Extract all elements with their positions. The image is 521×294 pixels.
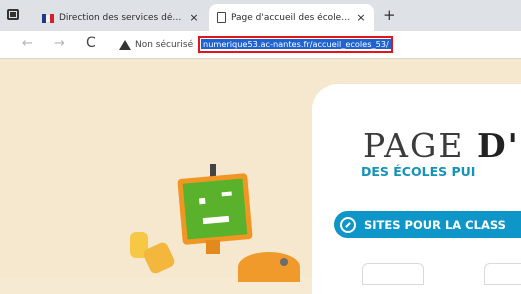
forward-arrow-icon[interactable]: → (54, 36, 65, 52)
tab-close-icon[interactable]: × (189, 11, 199, 24)
page-subtitle: DES ÉCOLES PUI (361, 164, 476, 179)
page-title: PAGE D' (363, 126, 520, 165)
new-tab-button[interactable]: + (383, 8, 396, 23)
tab-actions-icon[interactable] (7, 9, 19, 20)
tab-strip: Direction des services départeme × Page … (0, 0, 521, 32)
sites-pour-la-classe-button[interactable]: SITES POUR LA CLASS (334, 211, 521, 238)
security-label: Non sécurisé (135, 40, 194, 50)
tab-page-accueil[interactable]: Page d'accueil des écoles publiq × (209, 4, 374, 31)
robot-mascot-head (177, 173, 253, 245)
page-title-part2: D' (476, 126, 520, 165)
robot-body (238, 252, 300, 282)
tab-title: Direction des services départeme (59, 12, 184, 23)
back-arrow-icon[interactable]: ← (22, 36, 33, 52)
robot-neck (206, 240, 220, 254)
warning-icon (119, 40, 131, 50)
tab-close-icon[interactable]: × (356, 11, 366, 24)
category-tile[interactable] (484, 263, 521, 285)
robot-mouth (202, 215, 230, 225)
french-flag-icon (42, 12, 54, 24)
robot-eye (199, 197, 206, 205)
url-field[interactable]: numerique53.ac-nantes.fr/accueil_ecoles_… (198, 36, 393, 53)
robot-eye-wink (221, 191, 232, 197)
tab-direction-services[interactable]: Direction des services départeme × (34, 4, 207, 31)
compass-icon (340, 216, 356, 233)
tab-title: Page d'accueil des écoles publiq (231, 12, 351, 23)
url-text-selected[interactable]: numerique53.ac-nantes.fr/accueil_ecoles_… (201, 39, 391, 49)
page-title-part1: PAGE (363, 126, 477, 165)
page-icon (217, 12, 226, 23)
reload-icon[interactable]: C (86, 35, 96, 51)
category-tile[interactable] (362, 263, 424, 285)
security-indicator[interactable]: Non sécurisé (113, 36, 201, 54)
robot-bolt (280, 258, 288, 266)
sites-button-label: SITES POUR LA CLASS (364, 217, 506, 232)
